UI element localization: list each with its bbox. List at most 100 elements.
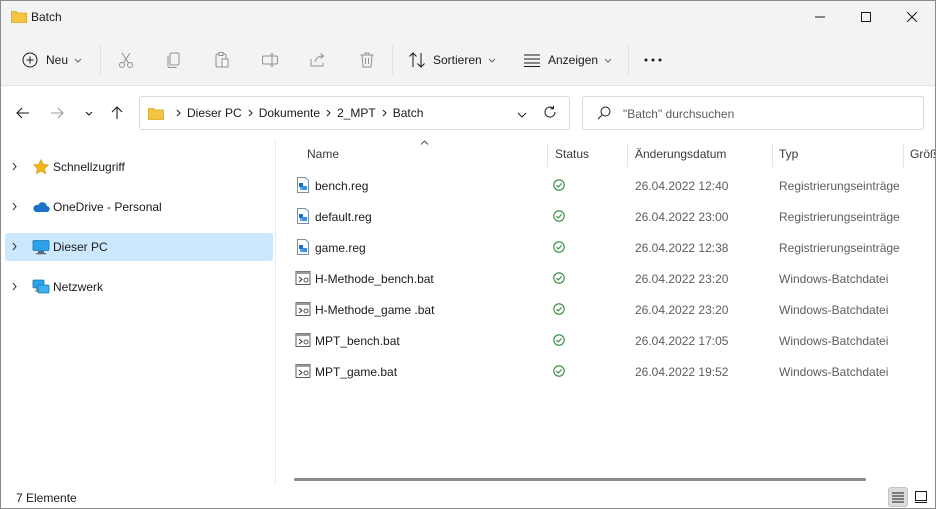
command-bar: Neu Sortieren Anzeigen	[1, 33, 935, 86]
copy-button[interactable]	[165, 45, 183, 75]
column-header-date[interactable]: Änderungsdatum	[635, 147, 726, 161]
file-date: 26.04.2022 23:00	[635, 210, 729, 224]
rename-icon	[262, 53, 278, 67]
nav-item-this-pc[interactable]: Dieser PC	[5, 233, 273, 261]
file-row[interactable]: game.reg 26.04.2022 12:38 Registrierungs…	[276, 232, 935, 263]
horizontal-scrollbar-thumb[interactable]	[294, 478, 866, 481]
recent-locations-button[interactable]	[77, 101, 101, 125]
refresh-button[interactable]	[543, 105, 557, 122]
synced-check-icon	[553, 334, 565, 349]
batch-file-icon	[295, 270, 311, 286]
file-name: game.reg	[315, 241, 366, 255]
pc-icon	[32, 240, 50, 255]
delete-button[interactable]	[358, 45, 376, 75]
file-type: Windows-Batchdatei	[779, 334, 889, 348]
breadcrumb-item[interactable]: Batch	[393, 106, 424, 120]
cut-button[interactable]	[117, 45, 135, 75]
share-icon	[310, 53, 325, 67]
address-history-button[interactable]	[517, 107, 527, 121]
nav-item-network[interactable]: Netzwerk	[5, 273, 273, 301]
reg-file-icon	[295, 177, 311, 193]
column-header-status[interactable]: Status	[555, 147, 589, 161]
toolbar-divider	[100, 45, 101, 75]
share-button[interactable]	[309, 45, 327, 75]
paste-button[interactable]	[213, 45, 231, 75]
more-icon	[644, 58, 662, 62]
details-view-button[interactable]	[888, 487, 908, 507]
status-bar: 7 Elemente	[1, 485, 935, 508]
arrow-up-icon	[111, 106, 123, 119]
more-options-button[interactable]	[643, 45, 663, 75]
column-divider[interactable]	[627, 143, 628, 167]
tiles-view-icon	[915, 491, 927, 503]
close-icon	[907, 12, 917, 22]
arrow-right-icon	[51, 107, 64, 119]
breadcrumb-item[interactable]: 2_MPT	[337, 106, 376, 120]
column-header-size[interactable]: Größ	[910, 147, 935, 161]
copy-icon	[167, 52, 180, 68]
chevron-down-icon	[517, 112, 527, 118]
up-button[interactable]	[105, 101, 129, 125]
chevron-right-icon	[176, 109, 181, 117]
horizontal-scrollbar[interactable]	[276, 471, 935, 483]
file-name: MPT_game.bat	[315, 365, 398, 379]
sort-ascending-icon	[420, 140, 429, 145]
search-box[interactable]: "Batch" durchsuchen	[582, 96, 924, 130]
file-row[interactable]: H-Methode_bench.bat 26.04.2022 23:20 Win…	[276, 263, 935, 294]
delete-icon	[360, 52, 374, 68]
synced-check-icon	[553, 241, 565, 256]
sort-button[interactable]: Sortieren	[408, 45, 496, 75]
nav-label: Netzwerk	[53, 280, 104, 294]
chevron-right-icon	[382, 109, 387, 117]
column-divider[interactable]	[903, 143, 904, 167]
address-bar[interactable]: Dieser PC Dokumente 2_MPT Batch	[139, 96, 570, 130]
synced-check-icon	[553, 303, 565, 318]
file-name: H-Methode_bench.bat	[315, 272, 434, 286]
refresh-icon	[544, 105, 556, 118]
column-divider[interactable]	[772, 143, 773, 167]
file-row[interactable]: bench.reg 26.04.2022 12:40 Registrierung…	[276, 170, 935, 201]
chevron-right-icon	[12, 202, 17, 211]
batch-file-icon	[295, 332, 311, 348]
column-header-name[interactable]: Name	[307, 147, 339, 161]
folder-icon	[148, 107, 164, 120]
file-row[interactable]: H-Methode_game .bat 26.04.2022 23:20 Win…	[276, 294, 935, 325]
star-icon	[32, 159, 50, 175]
new-label: Neu	[46, 53, 69, 67]
paste-icon	[215, 52, 229, 68]
forward-button[interactable]	[45, 101, 69, 125]
view-button[interactable]: Anzeigen	[523, 45, 612, 75]
plus-circle-icon	[22, 52, 38, 68]
column-header-type[interactable]: Typ	[779, 147, 798, 161]
toolbar-divider	[392, 45, 393, 75]
search-icon	[597, 106, 611, 120]
chevron-right-icon	[12, 162, 17, 171]
file-row[interactable]: MPT_game.bat 26.04.2022 19:52 Windows-Ba…	[276, 356, 935, 387]
reg-file-icon	[295, 208, 311, 224]
search-input[interactable]: "Batch" durchsuchen	[623, 107, 734, 121]
title-bar: Batch	[1, 1, 935, 33]
item-count: 7 Elemente	[16, 491, 77, 505]
cut-icon	[119, 52, 133, 68]
synced-check-icon	[553, 179, 565, 194]
window-title: Batch	[31, 10, 62, 24]
breadcrumb-item[interactable]: Dieser PC	[187, 106, 242, 120]
back-button[interactable]	[11, 101, 35, 125]
close-button[interactable]	[889, 1, 935, 33]
file-date: 26.04.2022 12:38	[635, 241, 729, 255]
nav-item-onedrive[interactable]: OneDrive - Personal	[5, 193, 273, 221]
tiles-view-button[interactable]	[911, 487, 931, 507]
chevron-down-icon	[74, 58, 82, 63]
rename-button[interactable]	[261, 45, 279, 75]
reg-file-icon	[295, 239, 311, 255]
new-button[interactable]: Neu	[22, 45, 82, 75]
minimize-button[interactable]	[797, 1, 843, 33]
nav-item-quick-access[interactable]: Schnellzugriff	[5, 153, 273, 181]
file-type: Registrierungseinträge	[779, 210, 900, 224]
address-row: Dieser PC Dokumente 2_MPT Batch "Batch" …	[1, 87, 935, 139]
breadcrumb-item[interactable]: Dokumente	[259, 106, 320, 120]
maximize-button[interactable]	[843, 1, 889, 33]
column-divider[interactable]	[547, 143, 548, 167]
file-row[interactable]: default.reg 26.04.2022 23:00 Registrieru…	[276, 201, 935, 232]
file-row[interactable]: MPT_bench.bat 26.04.2022 17:05 Windows-B…	[276, 325, 935, 356]
